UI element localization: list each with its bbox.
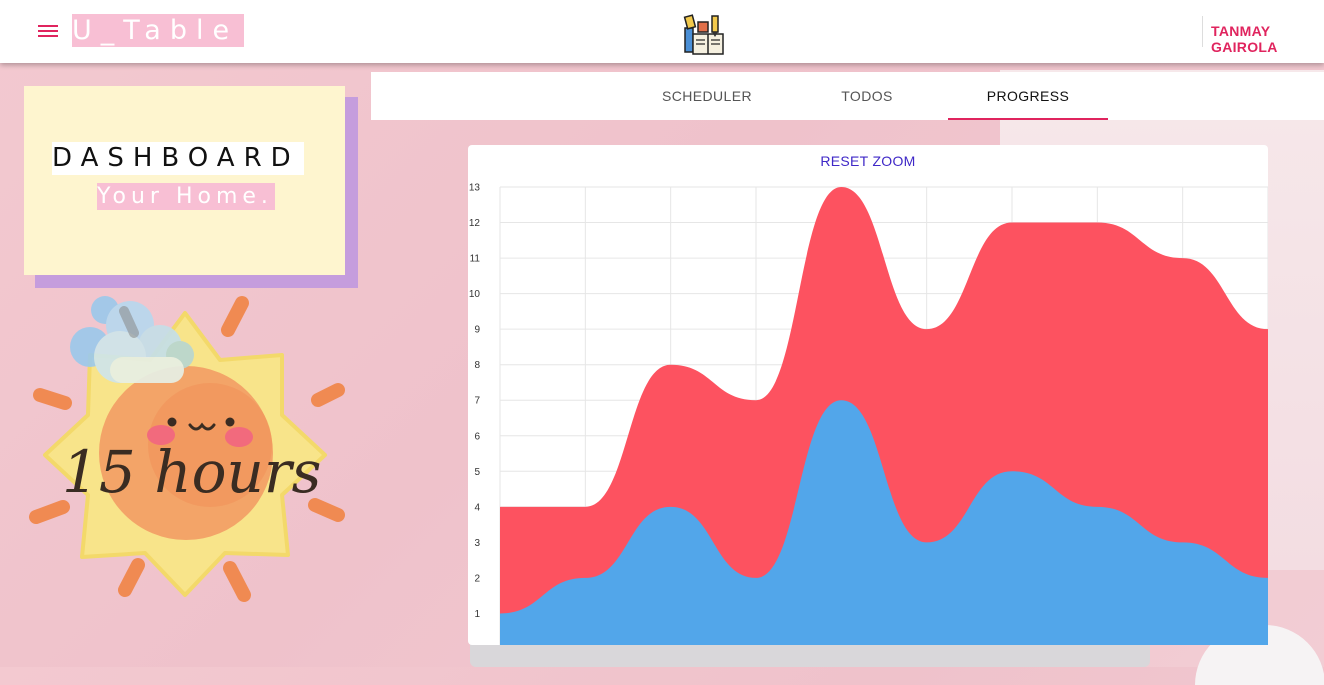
topbar-divider xyxy=(1202,16,1203,47)
tab-scheduler[interactable]: SCHEDULER xyxy=(627,72,787,120)
y-tick-label: 4 xyxy=(474,502,480,513)
y-tick-label: 2 xyxy=(474,573,480,584)
tab-bar: SCHEDULER TODOS PROGRESS xyxy=(371,72,1324,120)
user-name[interactable]: TANMAY GAIROLA xyxy=(1211,23,1324,55)
y-tick-label: 11 xyxy=(470,254,481,265)
y-tick-label: 8 xyxy=(474,360,480,371)
y-tick-label: 3 xyxy=(474,538,480,549)
y-tick-label: 12 xyxy=(469,218,481,229)
y-tick-label: 1 xyxy=(474,609,480,620)
menu-icon[interactable] xyxy=(38,22,58,40)
tab-todos[interactable]: TODOS xyxy=(787,72,947,120)
y-tick-label: 0 xyxy=(474,645,480,646)
y-tick-label: 6 xyxy=(474,431,480,442)
y-tick-label: 13 xyxy=(469,183,481,194)
progress-chart-card: 012345678910111213 RESET ZOOM xyxy=(468,145,1268,645)
dashboard-card xyxy=(24,86,345,275)
y-tick-label: 5 xyxy=(474,467,480,478)
hours-label: 15 hours xyxy=(62,438,322,506)
dashboard-title: DASHBOARD xyxy=(52,142,304,175)
tab-progress[interactable]: PROGRESS xyxy=(948,72,1108,120)
y-tick-label: 9 xyxy=(474,325,480,336)
y-tick-label: 7 xyxy=(474,396,480,407)
dashboard-subtitle: Your Home. xyxy=(97,183,275,210)
progress-area-chart[interactable]: 012345678910111213 xyxy=(468,145,1268,645)
reset-zoom-button[interactable]: RESET ZOOM xyxy=(468,153,1268,169)
top-app-bar: U_Table TANMAY GAIROLA xyxy=(0,0,1324,63)
brand-title[interactable]: U_Table xyxy=(72,14,245,47)
y-tick-label: 10 xyxy=(469,289,481,300)
books-pencil-icon xyxy=(683,14,724,55)
